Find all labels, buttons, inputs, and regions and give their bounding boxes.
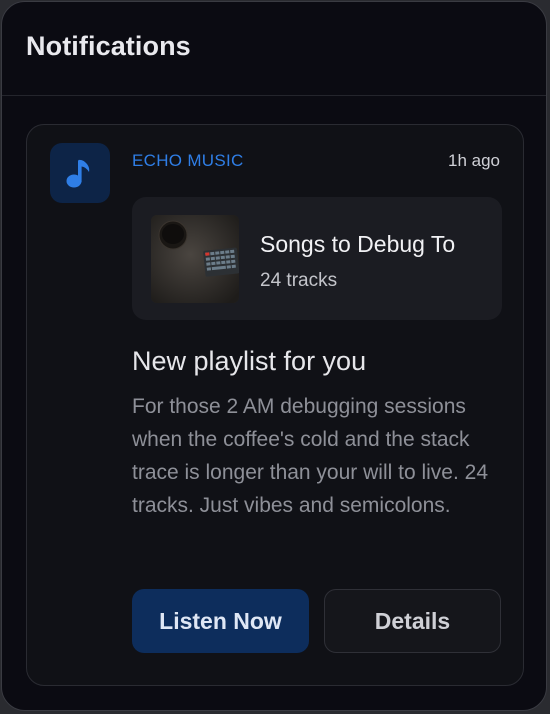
notification-headline: New playlist for you [132, 346, 367, 376]
timestamp: 1h ago [448, 151, 500, 170]
playlist-title: Songs to Debug To [260, 231, 456, 257]
notification-card[interactable]: ECHO MUSIC 1h ago Songs to Debug To 24 t… [26, 124, 524, 686]
playlist-cover-image [151, 215, 239, 303]
page-title: Notifications [26, 31, 191, 61]
music-note-icon [50, 143, 110, 203]
playlist-track-count: 24 tracks [260, 270, 338, 291]
panel-header: Notifications [2, 2, 546, 96]
listen-now-button[interactable]: Listen Now [132, 589, 309, 653]
notifications-panel: Notifications ECHO MUSIC 1h ago Songs to… [1, 1, 547, 711]
playlist-preview[interactable]: Songs to Debug To 24 tracks [132, 197, 502, 320]
app-name: ECHO MUSIC [132, 151, 244, 170]
notification-body: For those 2 AM debugging sessions when t… [132, 395, 489, 517]
details-button[interactable]: Details [324, 589, 501, 653]
